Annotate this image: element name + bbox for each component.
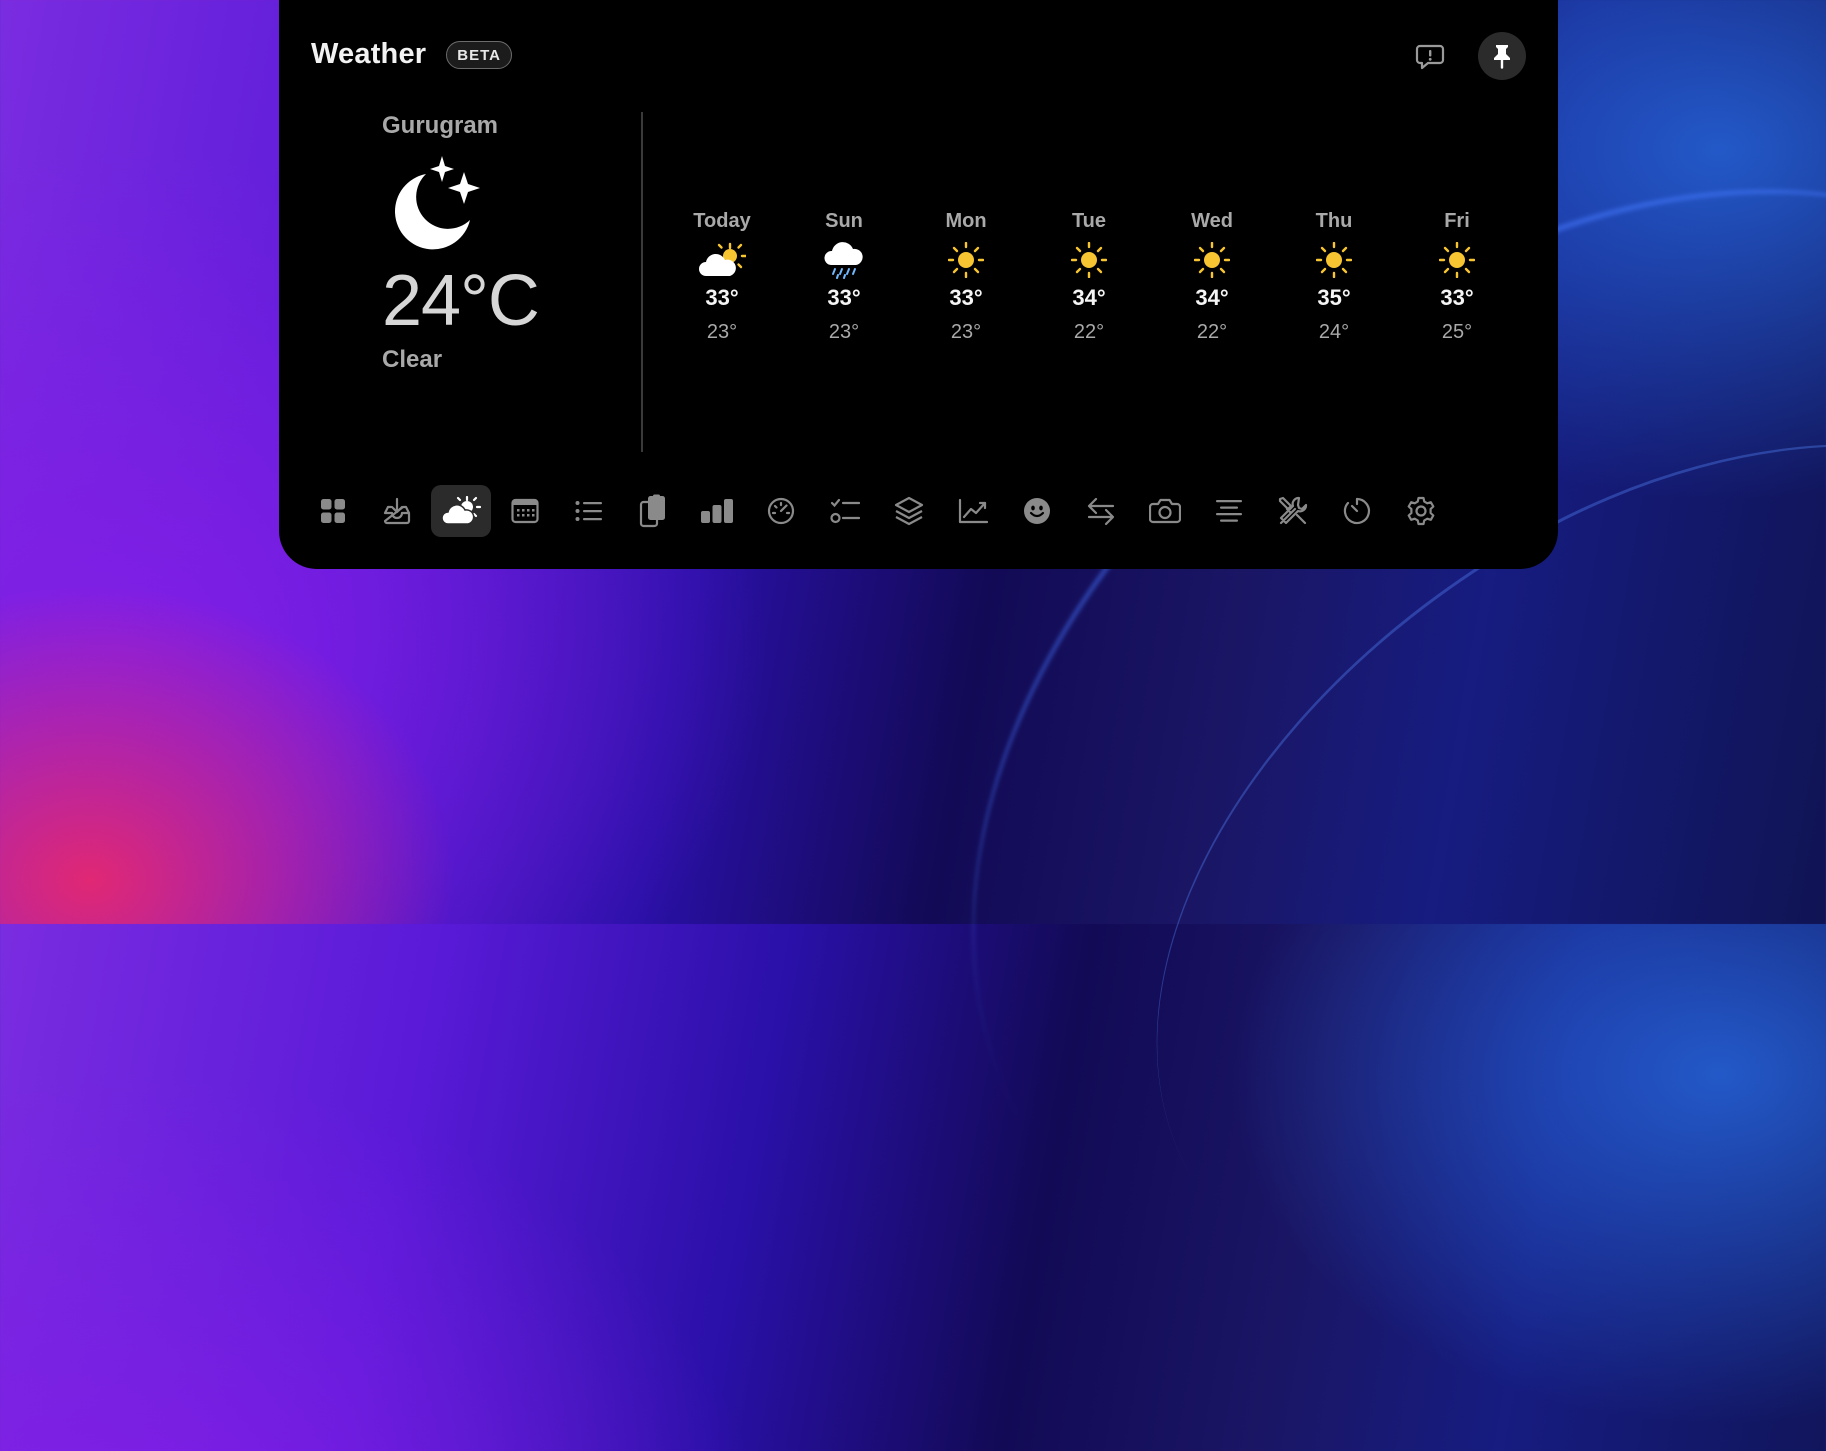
sun-icon [1071, 242, 1107, 278]
forecast-day: Today 33° 23° [672, 210, 772, 344]
section-divider [641, 112, 643, 452]
tool-calendar-button[interactable] [495, 485, 555, 537]
tools-icon [1278, 496, 1308, 525]
arrows-swap-icon [1087, 497, 1115, 526]
low-temp: 22° [1196, 321, 1228, 343]
sun-icon [1439, 242, 1475, 278]
settings-gear-icon [1407, 496, 1435, 526]
calendar-icon [511, 498, 539, 524]
forecast-day: Tue 34° 22° [1039, 210, 1139, 344]
low-temp: 23° [828, 321, 860, 343]
current-condition: Clear [382, 346, 443, 373]
tool-speed-button[interactable] [751, 485, 811, 537]
daily-forecast: Today 33° 23° Sun 33° 23° Mon 33° 23° Tu… [672, 210, 1532, 360]
day-name: Thu [1315, 210, 1353, 232]
tool-checklist-button[interactable] [815, 485, 875, 537]
feedback-button[interactable] [1412, 39, 1448, 75]
tool-utilities-button[interactable] [1263, 485, 1323, 537]
forecast-day: Wed 34° 22° [1162, 210, 1262, 344]
tool-layers-button[interactable] [879, 485, 939, 537]
weather-icon [441, 496, 481, 525]
high-temp: 33° [705, 285, 739, 310]
beta-badge: BETA [446, 40, 513, 69]
tool-weather-button[interactable] [431, 485, 491, 537]
grid-icon [321, 499, 345, 523]
day-name: Fri [1444, 210, 1470, 232]
clipboard-icon [639, 494, 665, 528]
moon-stars-icon [394, 156, 480, 250]
forecast-day: Mon 33° 23° [916, 210, 1016, 344]
pin-button[interactable] [1478, 32, 1526, 80]
rain-cloud-icon [824, 242, 863, 279]
high-temp: 33° [949, 285, 983, 310]
forecast-day: Sun 33° 23° [794, 210, 894, 344]
line-chart-icon [958, 498, 988, 524]
low-temp: 24° [1318, 321, 1350, 343]
feedback-icon [1415, 44, 1445, 70]
low-temp: 23° [706, 321, 738, 343]
layers-icon [894, 496, 924, 526]
high-temp: 34° [1195, 285, 1229, 310]
weather-widget-panel: Weather BETA Gurugram 24°C Clear Today 3… [279, 0, 1558, 569]
day-name: Mon [945, 210, 987, 232]
tool-text-button[interactable] [1199, 485, 1259, 537]
day-name: Wed [1191, 210, 1233, 232]
day-name: Sun [825, 210, 863, 232]
app-title: Weather [311, 38, 427, 70]
tool-downloads-button[interactable] [367, 485, 427, 537]
current-temperature: 24°C [382, 261, 540, 341]
tool-emoji-button[interactable] [1007, 485, 1067, 537]
sun-icon [948, 242, 984, 278]
tool-settings-button[interactable] [1391, 485, 1451, 537]
camera-icon [1149, 498, 1181, 524]
low-temp: 23° [950, 321, 982, 343]
day-name: Today [693, 210, 751, 232]
widget-header: Weather BETA [311, 38, 513, 71]
tool-camera-button[interactable] [1135, 485, 1195, 537]
bar-chart-icon [701, 499, 733, 523]
tool-list-button[interactable] [559, 485, 619, 537]
high-temp: 34° [1072, 285, 1106, 310]
tool-clipboard-button[interactable] [623, 485, 683, 537]
emoji-icon [1024, 498, 1050, 524]
inbox-download-icon [383, 497, 411, 525]
list-icon [575, 501, 602, 521]
checklist-icon [830, 498, 860, 524]
high-temp: 35° [1317, 285, 1351, 310]
day-name: Tue [1071, 210, 1107, 232]
forecast-day: Fri 33° 25° [1407, 210, 1507, 344]
tool-convert-button[interactable] [1071, 485, 1131, 537]
high-temp: 33° [1440, 285, 1474, 310]
pin-icon [1494, 45, 1510, 69]
timer-icon [1343, 497, 1370, 525]
tool-dashboard-button[interactable] [303, 485, 363, 537]
text-align-icon [1216, 500, 1242, 522]
tool-stats-button[interactable] [687, 485, 747, 537]
high-temp: 33° [827, 285, 861, 310]
sun-icon [1194, 242, 1230, 278]
low-temp: 25° [1441, 321, 1473, 343]
current-weather: Gurugram 24°C Clear [382, 112, 582, 373]
speedometer-icon [767, 497, 795, 525]
city-name: Gurugram [382, 112, 499, 139]
sun-icon [1316, 242, 1352, 278]
tool-trends-button[interactable] [943, 485, 1003, 537]
low-temp: 22° [1073, 321, 1105, 343]
partly-cloudy-icon [699, 242, 746, 276]
forecast-day: Thu 35° 24° [1284, 210, 1384, 344]
tool-timer-button[interactable] [1327, 485, 1387, 537]
